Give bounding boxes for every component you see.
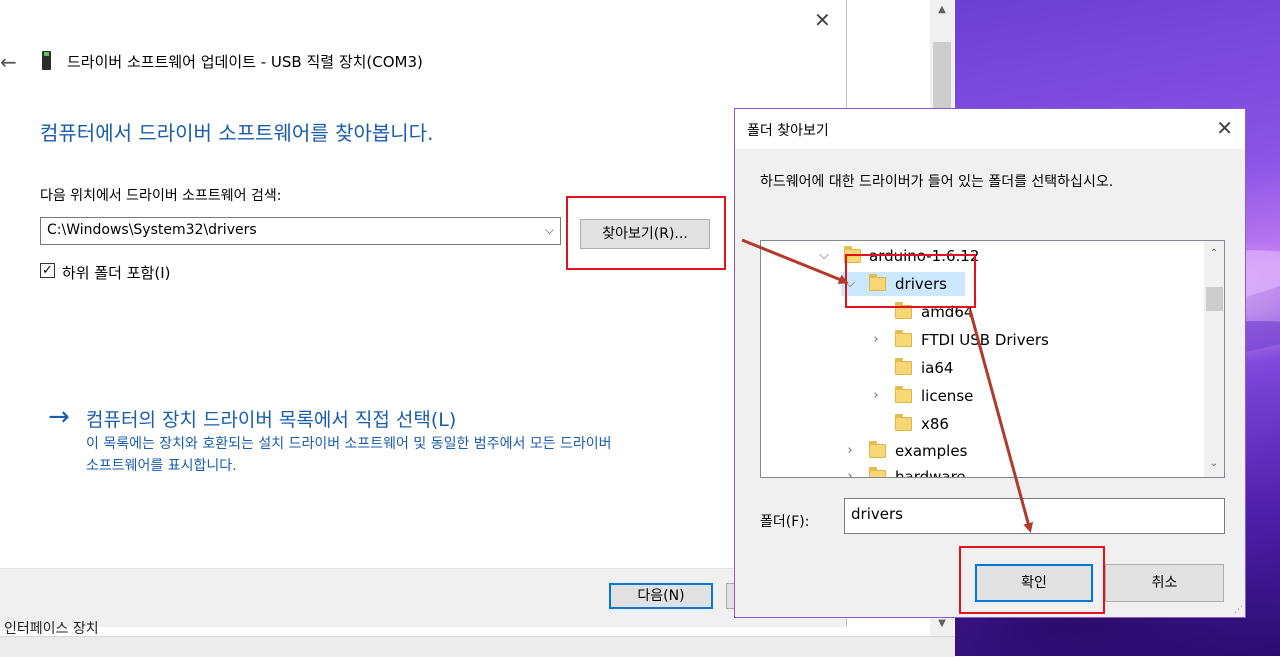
manual-select-link[interactable]: 컴퓨터의 장치 드라이버 목록에서 직접 선택(L) [86,405,456,432]
device-category-text: 인터페이스 장치 [4,621,99,634]
folder-icon [895,358,912,375]
tree-item-label: x86 [921,415,949,433]
tree-item-label: FTDI USB Drivers [921,331,1049,349]
scroll-up-icon[interactable]: ▲ [930,0,954,20]
next-button[interactable]: 다음(N) [609,583,713,609]
tree-item-drivers[interactable]: ⌵ drivers [761,272,1201,296]
close-icon[interactable]: ✕ [814,10,831,30]
tree-item-ia64[interactable]: ia64 [761,356,1201,380]
chevron-right-icon[interactable]: › [843,465,857,477]
annotation-box-browse [566,196,726,270]
tree-item-label: ia64 [921,359,954,377]
annotation-box-drivers [845,254,976,308]
dialog-footer [0,568,846,627]
tree-item-label: examples [895,442,968,460]
include-subfolders-label[interactable]: 하위 폴더 포함(I) [62,262,170,283]
browse-folder-dialog: 폴더 찾아보기 ✕ 하드웨어에 대한 드라이버가 들어 있는 폴더를 선택하십시… [734,108,1246,618]
folder-tree[interactable]: ⌵ arduino-1.6.12 ⌵ drivers amd64 › FTDI … [760,240,1225,478]
close-icon[interactable]: ✕ [1216,118,1233,138]
folder-icon [895,330,912,347]
path-combobox[interactable]: C:\Windows\System32\drivers ⌵ [40,217,561,245]
back-arrow-icon[interactable]: ← [0,50,17,74]
arrow-right-icon[interactable]: → [48,402,70,432]
tree-item-examples[interactable]: › examples [761,439,1201,463]
include-subfolders-checkbox[interactable]: ✓ [40,263,55,278]
page-heading: 컴퓨터에서 드라이버 소프트웨어를 찾아봅니다. [40,121,434,145]
chevron-right-icon[interactable]: › [843,439,857,463]
tree-item-license[interactable]: › license [761,384,1201,408]
folder-input-value: drivers [851,505,903,523]
path-value: C:\Windows\System32\drivers [47,222,257,238]
dialog-title: 드라이버 소프트웨어 업데이트 - USB 직렬 장치(COM3) [67,53,423,71]
scroll-up-icon[interactable]: ⌃ [1204,245,1224,263]
browse-titlebar: 폴더 찾아보기 ✕ [735,109,1245,149]
tree-item-x86[interactable]: x86 [761,412,1201,436]
folder-icon [895,414,912,431]
folder-icon [869,441,886,458]
chevron-right-icon[interactable]: › [869,328,883,352]
manual-select-description-2: 소프트웨어를 표시합니다. [86,458,237,474]
tree-scrollbar[interactable]: ⌃ ⌄ [1204,241,1224,477]
tree-item-arduino[interactable]: ⌵ arduino-1.6.12 [761,244,1201,268]
tree-item-amd64[interactable]: amd64 [761,300,1201,324]
browse-dialog-title: 폴더 찾아보기 [747,123,829,139]
tree-item-label: hardware [895,468,966,478]
tree-item-label: license [921,387,974,405]
folder-field-label: 폴더(F): [760,514,810,530]
search-location-label: 다음 위치에서 드라이버 소프트웨어 검색: [40,188,282,204]
chevron-down-icon[interactable]: ⌵ [817,244,831,268]
tree-item-ftdi[interactable]: › FTDI USB Drivers [761,328,1201,352]
chevron-down-icon[interactable]: ⌵ [545,223,554,238]
usb-device-icon [42,51,51,70]
background-list-strip [0,636,955,657]
scrollbar-thumb[interactable] [1206,287,1223,311]
manual-select-description: 이 목록에는 장치와 호환되는 설치 드라이버 소프트웨어 및 동일한 범주에서… [86,436,612,452]
scroll-down-icon[interactable]: ⌄ [1204,455,1224,473]
folder-icon [895,386,912,403]
cancel-button[interactable]: 취소 [1105,564,1224,602]
browse-instruction: 하드웨어에 대한 드라이버가 들어 있는 폴더를 선택하십시오. [760,174,1114,190]
tree-item-hardware[interactable]: › hardware [761,465,1201,478]
resize-grip-icon[interactable]: ⋰ [1234,606,1243,615]
chevron-right-icon[interactable]: › [869,384,883,408]
annotation-box-ok [959,546,1105,614]
update-driver-dialog [0,0,847,627]
folder-input[interactable]: drivers [844,498,1225,534]
folder-icon [869,467,886,477]
